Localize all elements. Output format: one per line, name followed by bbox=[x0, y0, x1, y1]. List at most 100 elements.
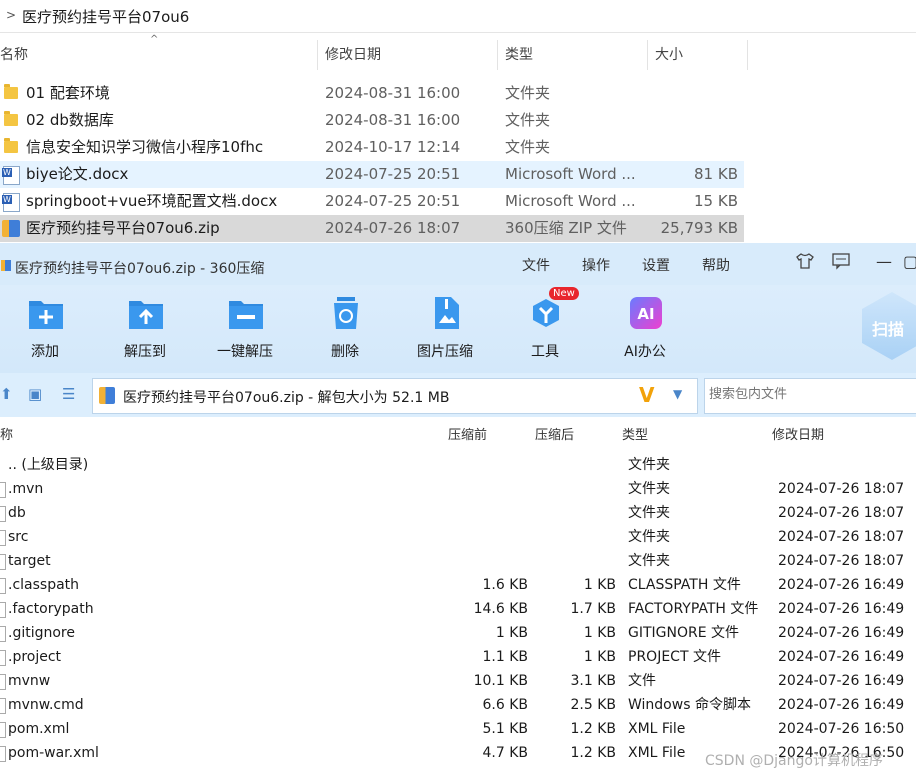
col-header-date[interactable]: 修改日期 bbox=[325, 40, 381, 70]
entry-name: .factorypath bbox=[8, 601, 94, 617]
file-row[interactable]: 01 配套环境 2024-08-31 16:00 文件夹 bbox=[0, 80, 744, 107]
file-type: Microsoft Word ... bbox=[505, 165, 636, 183]
search-input[interactable] bbox=[707, 386, 911, 403]
title-bar[interactable]: 医疗预约挂号平台07ou6.zip - 360压缩 文件 操作 设置 帮助 — … bbox=[0, 243, 916, 285]
entry-type: 文件夹 bbox=[628, 457, 670, 473]
archive-row[interactable]: pom.xml 5.1 KB 1.2 KB XML File 2024-07-26 16… bbox=[0, 717, 916, 741]
zip-icon bbox=[99, 387, 115, 404]
entry-size-after: 1 KB bbox=[583, 625, 616, 641]
folder-icon bbox=[4, 138, 18, 153]
archive-row[interactable]: src 文件夹 2024-07-26 18:07 bbox=[0, 525, 916, 549]
tools-button[interactable]: New 工具 bbox=[505, 285, 585, 373]
col-header-date[interactable]: 修改日期 bbox=[772, 424, 824, 443]
file-icon bbox=[0, 674, 6, 690]
extract-to-button[interactable]: 解压到 bbox=[105, 285, 185, 373]
col-header-after[interactable]: 压缩后 bbox=[535, 424, 574, 443]
menu-operate[interactable]: 操作 bbox=[582, 255, 610, 275]
archive-row[interactable]: .. (上级目录) 文件夹 bbox=[0, 453, 916, 477]
archive-path-box[interactable]: 医疗预约挂号平台07ou6.zip - 解包大小为 52.1 MB V ▼ bbox=[92, 378, 698, 414]
archive-row[interactable]: .factorypath 14.6 KB 1.7 KB FACTORYPATH 文件 2… bbox=[0, 597, 916, 621]
one-click-extract-label: 一键解压 bbox=[217, 344, 273, 360]
scan-button[interactable]: 扫描 bbox=[862, 292, 916, 360]
entry-size-before: 1.6 KB bbox=[482, 577, 529, 593]
up-arrow-icon[interactable]: ⬆ bbox=[0, 385, 13, 403]
file-row[interactable]: 02 db数据库 2024-08-31 16:00 文件夹 bbox=[0, 107, 744, 134]
ai-office-button[interactable]: AI AI办公 bbox=[605, 285, 685, 373]
archive-row[interactable]: .classpath 1.6 KB 1 KB CLASSPATH 文件 2024-07-… bbox=[0, 573, 916, 597]
v-logo-icon[interactable]: V bbox=[639, 383, 654, 407]
entry-date: 2024-07-26 18:07 bbox=[778, 553, 905, 569]
entry-size-before: 6.6 KB bbox=[482, 697, 529, 713]
entry-size-after: 3.1 KB bbox=[570, 673, 617, 689]
col-header-type[interactable]: 类型 bbox=[622, 424, 648, 443]
file-type: 文件夹 bbox=[505, 138, 551, 156]
file-row-selected[interactable]: 医疗预约挂号平台07ou6.zip 2024-07-26 18:07 360压缩… bbox=[0, 215, 744, 242]
archive-row[interactable]: .gitignore 1 KB 1 KB GITIGNORE 文件 2024-07-26… bbox=[0, 621, 916, 645]
search-box[interactable] bbox=[704, 378, 916, 414]
minimize-icon[interactable]: — bbox=[876, 252, 892, 271]
entry-type: XML File bbox=[628, 745, 686, 761]
entry-date: 2024-07-26 16:49 bbox=[778, 625, 905, 641]
folder-icon bbox=[4, 111, 18, 126]
add-icon bbox=[29, 301, 63, 329]
entry-date: 2024-07-26 16:50 bbox=[778, 721, 905, 737]
column-divider[interactable] bbox=[497, 40, 498, 70]
file-row[interactable]: 信息安全知识学习微信小程序10fhc 2024-10-17 12:14 文件夹 bbox=[0, 134, 744, 161]
entry-size-after: 1 KB bbox=[583, 577, 616, 593]
col-header-name[interactable]: 名称 bbox=[0, 40, 28, 70]
chevron-right-icon: > bbox=[6, 8, 17, 22]
file-row[interactable]: springboot+vue环境配置文档.docx 2024-07-25 20:… bbox=[0, 188, 744, 215]
maximize-icon[interactable]: ▢ bbox=[903, 252, 916, 271]
explorer-path: 医疗预约挂号平台07ou6 bbox=[22, 8, 190, 26]
column-divider[interactable] bbox=[747, 40, 748, 70]
menu-help[interactable]: 帮助 bbox=[702, 255, 730, 275]
col-header-type[interactable]: 类型 bbox=[505, 40, 533, 70]
skin-shirt-icon[interactable] bbox=[795, 252, 815, 274]
archive-row[interactable]: target 文件夹 2024-07-26 18:07 bbox=[0, 549, 916, 573]
entry-date: 2024-07-26 18:07 bbox=[778, 505, 905, 521]
archive-row[interactable]: db 文件夹 2024-07-26 18:07 bbox=[0, 501, 916, 525]
file-size: 25,793 KB bbox=[660, 219, 738, 237]
thumbnail-view-icon[interactable]: ▣ bbox=[28, 385, 42, 403]
menu-settings[interactable]: 设置 bbox=[642, 255, 670, 275]
zip-icon bbox=[2, 220, 20, 237]
explorer-address-bar[interactable]: > 医疗预约挂号平台07ou6 bbox=[0, 0, 916, 33]
entry-name: .gitignore bbox=[8, 625, 75, 641]
archive-row[interactable]: .project 1.1 KB 1 KB PROJECT 文件 2024-07-26 1… bbox=[0, 645, 916, 669]
file-name: 02 db数据库 bbox=[26, 111, 114, 129]
col-header-before[interactable]: 压缩前 bbox=[448, 424, 487, 443]
archive-row[interactable]: .mvn 文件夹 2024-07-26 18:07 bbox=[0, 477, 916, 501]
delete-icon bbox=[334, 297, 358, 329]
add-button[interactable]: 添加 bbox=[5, 285, 85, 373]
col-header-name[interactable]: 称 bbox=[0, 424, 13, 443]
dropdown-icon[interactable]: ▼ bbox=[673, 387, 682, 401]
column-divider[interactable] bbox=[317, 40, 318, 70]
file-name: 医疗预约挂号平台07ou6.zip bbox=[26, 219, 220, 237]
entry-size-after: 1.2 KB bbox=[570, 745, 617, 761]
file-type: 文件夹 bbox=[505, 111, 551, 129]
image-compress-button[interactable]: 图片压缩 bbox=[405, 285, 485, 373]
entry-name: src bbox=[8, 529, 29, 545]
archive-row[interactable]: mvnw 10.1 KB 3.1 KB 文件 2024-07-26 16:49 bbox=[0, 669, 916, 693]
file-row[interactable]: biye论文.docx 2024-07-25 20:51 Microsoft W… bbox=[0, 161, 744, 188]
menu-file[interactable]: 文件 bbox=[522, 255, 550, 275]
feedback-icon[interactable] bbox=[831, 252, 851, 274]
word-doc-icon bbox=[2, 166, 20, 185]
archive-address-bar: ⬆ ▣ ☰ 医疗预约挂号平台07ou6.zip - 解包大小为 52.1 MB … bbox=[0, 373, 916, 417]
archive-row[interactable]: mvnw.cmd 6.6 KB 2.5 KB Windows 命令脚本 2024-07-… bbox=[0, 693, 916, 717]
list-view-icon[interactable]: ☰ bbox=[62, 385, 75, 403]
entry-name: pom-war.xml bbox=[8, 745, 99, 761]
archive-window: 医疗预约挂号平台07ou6.zip - 360压缩 文件 操作 设置 帮助 — … bbox=[0, 243, 916, 776]
entry-size-after: 1.7 KB bbox=[570, 601, 617, 617]
entry-name: .. (上级目录) bbox=[8, 457, 89, 473]
image-compress-label: 图片压缩 bbox=[417, 344, 473, 360]
word-doc-icon bbox=[2, 193, 20, 212]
col-header-size[interactable]: 大小 bbox=[655, 40, 683, 70]
column-divider[interactable] bbox=[647, 40, 648, 70]
add-label: 添加 bbox=[31, 344, 59, 360]
entry-name: pom.xml bbox=[8, 721, 70, 737]
one-click-extract-button[interactable]: 一键解压 bbox=[205, 285, 285, 373]
delete-button[interactable]: 删除 bbox=[305, 285, 385, 373]
entry-type: FACTORYPATH 文件 bbox=[628, 601, 759, 617]
file-date: 2024-07-25 20:51 bbox=[325, 192, 461, 210]
